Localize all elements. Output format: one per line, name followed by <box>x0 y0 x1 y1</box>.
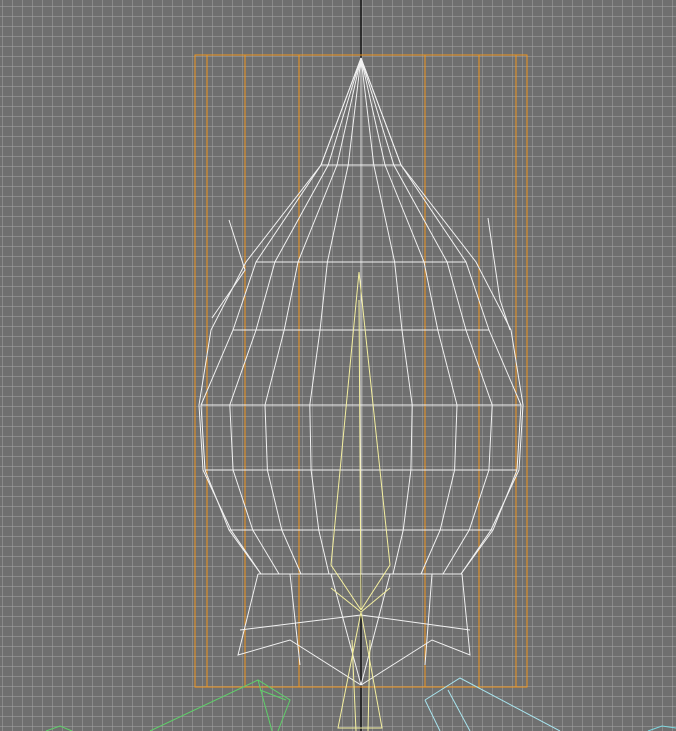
left-fin-outline <box>149 679 291 731</box>
meridian-edge <box>264 57 362 575</box>
right-fin-outline <box>424 677 561 731</box>
left-side-spike <box>211 219 246 319</box>
right-fin-edge <box>424 699 441 731</box>
wireframe-scene[interactable] <box>0 0 676 731</box>
meridian-edge <box>309 57 362 575</box>
left-fin-tip <box>45 725 73 731</box>
right-fin-wireframe[interactable] <box>424 677 676 731</box>
left-fin-wireframe[interactable] <box>45 679 291 731</box>
spike-bottom-edge <box>351 639 357 731</box>
bottom-skirt <box>237 573 471 686</box>
3d-viewport[interactable] <box>0 0 676 731</box>
meridian-edge <box>360 57 493 575</box>
skirt-edge <box>360 573 391 686</box>
right-side-spike <box>487 217 511 331</box>
meridian-edge <box>229 57 362 575</box>
skirt-edge <box>424 573 433 666</box>
meridian-edge <box>360 57 458 575</box>
meridian-edge <box>360 57 413 575</box>
right-fin-edge <box>447 689 471 731</box>
silhouette-left <box>198 57 362 575</box>
silhouette-right <box>360 57 524 575</box>
right-fin-tip <box>647 725 676 731</box>
